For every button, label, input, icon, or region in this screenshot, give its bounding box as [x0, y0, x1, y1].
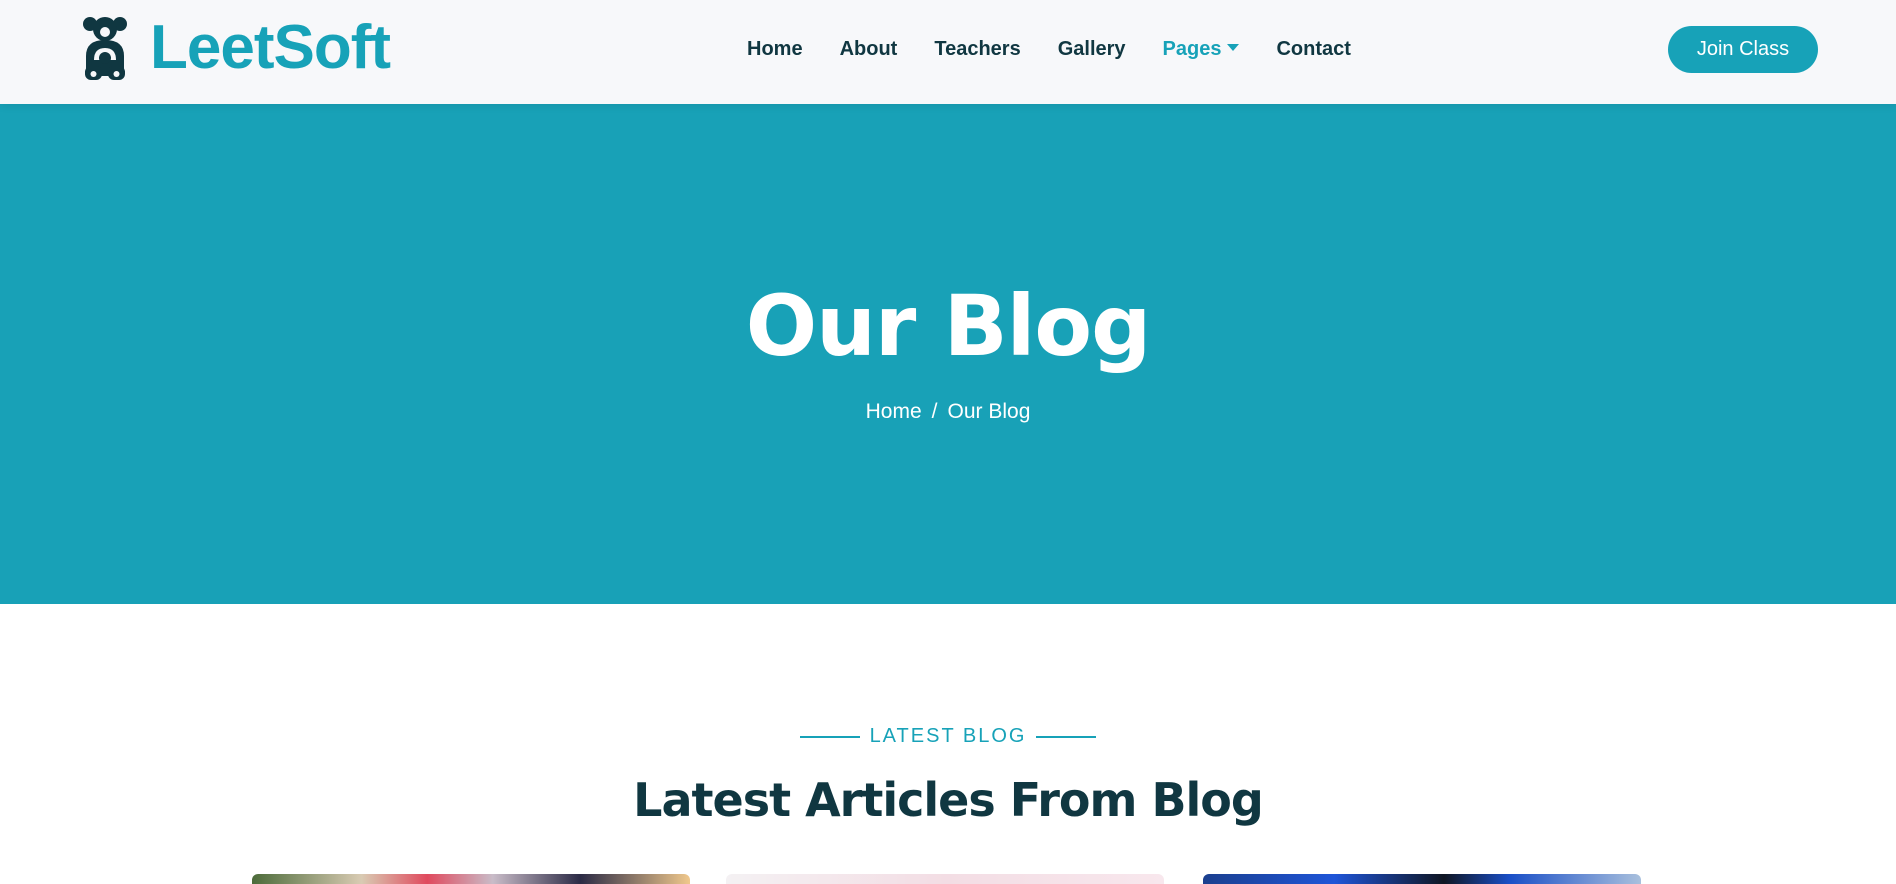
nav-link-pages[interactable]: Pages — [1163, 36, 1240, 62]
brand-name: LeetSoft — [150, 13, 391, 82]
join-class-button[interactable]: Join Class — [1668, 26, 1818, 73]
teddy-bear-icon — [82, 14, 128, 82]
blog-card-image[interactable] — [1203, 874, 1641, 884]
nav-link-contact[interactable]: Contact — [1276, 36, 1350, 62]
nav-link-teachers[interactable]: Teachers — [934, 36, 1020, 62]
section-tag: LATEST BLOG — [0, 725, 1896, 748]
section-title: Latest Articles From Blog — [633, 773, 1264, 827]
nav-link-pages-label: Pages — [1162, 38, 1222, 60]
page-title: Our Blog — [745, 277, 1152, 375]
breadcrumb: Home / Our Blog — [0, 400, 1896, 424]
nav-links: Home About Teachers Gallery Pages Contac… — [747, 36, 1388, 62]
breadcrumb-home-link[interactable]: Home — [866, 400, 922, 424]
blog-card-image[interactable] — [252, 874, 690, 884]
brand-logo-link[interactable]: LeetSoft — [82, 13, 391, 82]
page-header: Our Blog Home / Our Blog — [0, 104, 1896, 604]
section-tag-label: LATEST BLOG — [869, 725, 1027, 747]
nav-link-about[interactable]: About — [840, 36, 898, 62]
breadcrumb-current: Our Blog — [947, 400, 1031, 423]
nav-link-home[interactable]: Home — [747, 36, 803, 62]
chevron-down-icon — [1227, 43, 1240, 51]
nav-link-gallery[interactable]: Gallery — [1058, 36, 1126, 62]
breadcrumb-separator: / — [931, 400, 938, 423]
tag-line-left — [799, 735, 860, 738]
navbar: LeetSoft Home About Teachers Gallery Pag… — [0, 0, 1896, 104]
tag-line-right — [1036, 735, 1097, 738]
blog-card-image[interactable] — [726, 874, 1164, 884]
